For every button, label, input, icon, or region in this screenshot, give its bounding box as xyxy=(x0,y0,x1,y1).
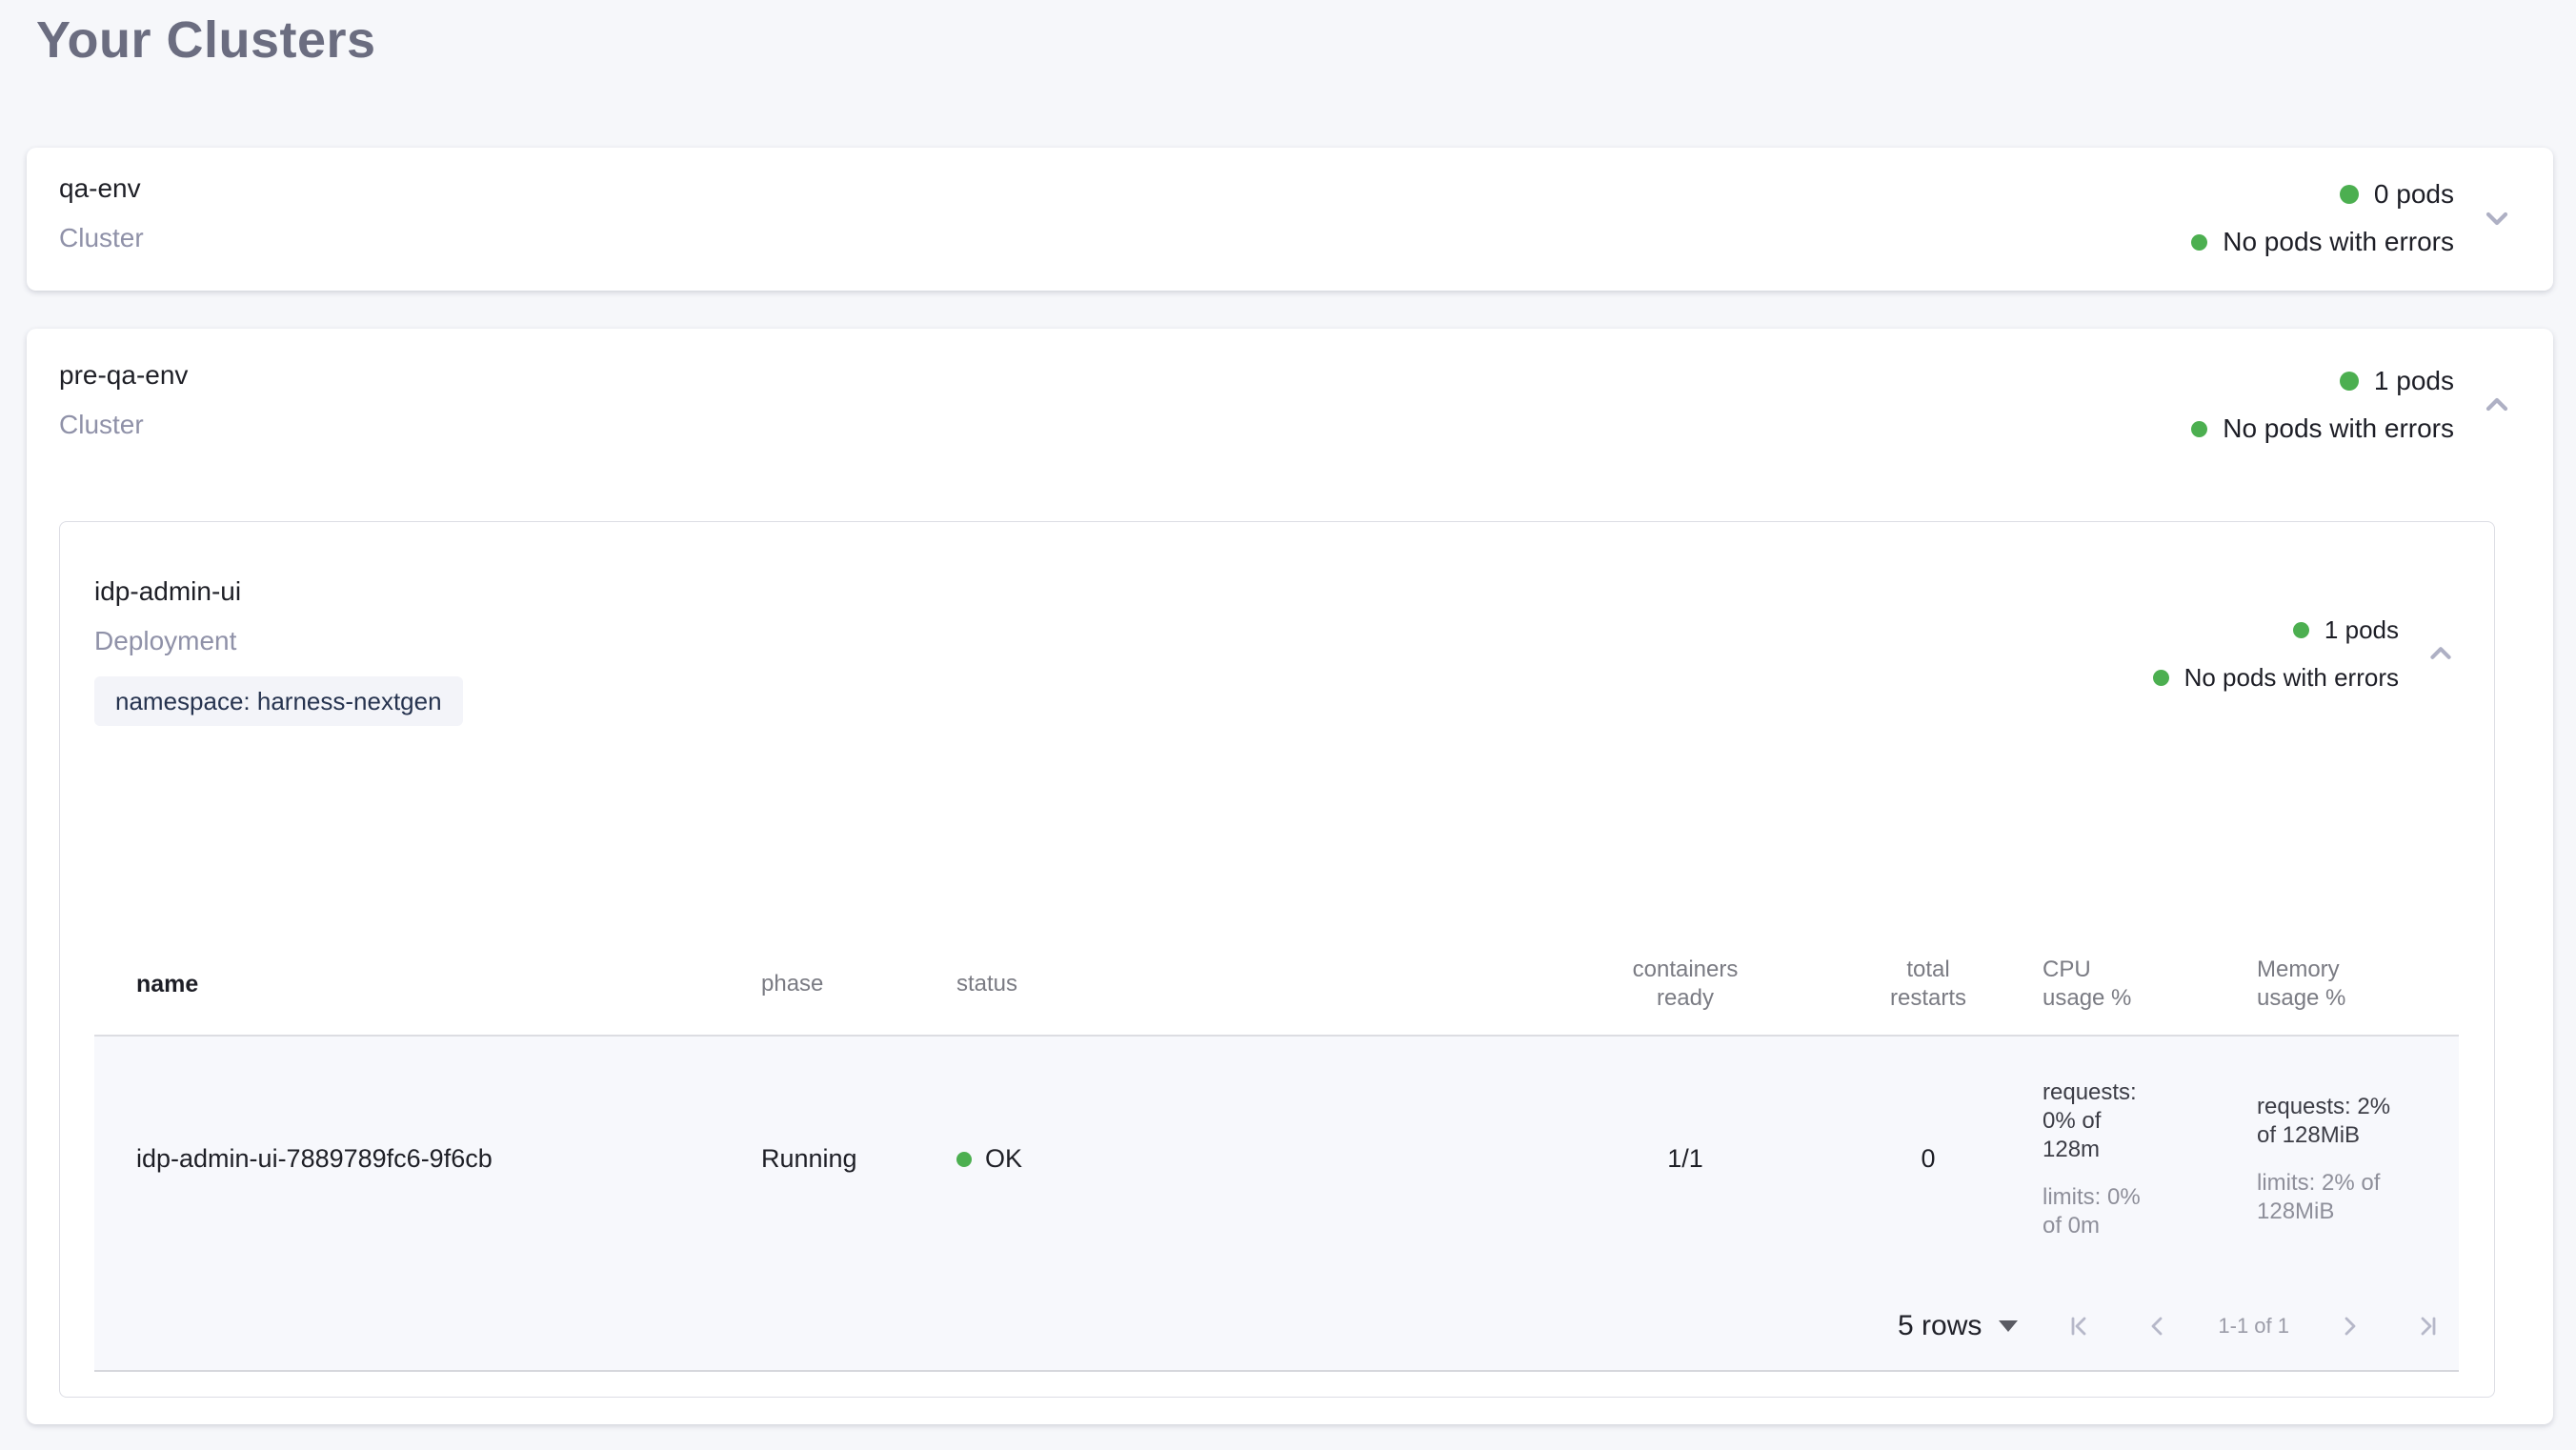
cluster-card-qa-env: qa-env Cluster 0 pods No pods with error… xyxy=(27,148,2553,291)
chevron-up-icon xyxy=(2420,663,2462,677)
pods-count-label: 0 pods xyxy=(2374,179,2454,210)
column-header-cpu-usage: CPU usage % xyxy=(2043,934,2257,1036)
table-pagination: 5 rows xyxy=(94,1281,2459,1372)
deployment-name: idp-admin-ui xyxy=(94,574,463,610)
pods-count-label: 1 pods xyxy=(2374,366,2454,396)
cluster-name: qa-env xyxy=(59,171,144,207)
deployment-card: idp-admin-ui Deployment namespace: harne… xyxy=(59,521,2495,1398)
column-header-name: name xyxy=(94,934,761,1036)
deployment-type-label: Deployment xyxy=(94,623,463,659)
cluster-type-label: Cluster xyxy=(59,407,188,443)
first-page-icon xyxy=(2062,1332,2096,1346)
collapse-deployment-button[interactable] xyxy=(2420,633,2462,675)
page-range-label: 1-1 of 1 xyxy=(2218,1314,2289,1339)
containers-ready-cell: 1/1 xyxy=(1557,1036,1814,1281)
pods-table: name phase status containers ready total… xyxy=(94,934,2459,1372)
column-header-phase: phase xyxy=(761,934,956,1036)
total-restarts-cell: 0 xyxy=(1814,1036,2043,1281)
previous-page-button[interactable] xyxy=(2140,1309,2174,1343)
table-row: idp-admin-ui-7889789fc6-9f6cb Running OK… xyxy=(94,1036,2459,1281)
cluster-card-pre-qa-env: pre-qa-env Cluster 1 pods No pods with e… xyxy=(27,329,2553,1424)
pods-count-label: 1 pods xyxy=(2324,615,2399,645)
last-page-button[interactable] xyxy=(2411,1309,2445,1343)
deployment-card-header[interactable]: idp-admin-ui Deployment namespace: harne… xyxy=(94,574,2462,726)
chevron-right-icon xyxy=(2333,1332,2367,1346)
errors-status-dot xyxy=(2191,234,2207,251)
pods-summary: 1 pods No pods with errors xyxy=(2191,357,2454,453)
cpu-usage-cell: requests: 0% of 128m limits: 0% of 0m xyxy=(2043,1036,2257,1281)
cluster-card-header[interactable]: qa-env Cluster 0 pods No pods with error… xyxy=(59,171,2519,266)
memory-requests-label: requests: 2% of 128MiB xyxy=(2257,1093,2400,1150)
pods-summary: 0 pods No pods with errors xyxy=(2191,171,2454,266)
pods-errors-label: No pods with errors xyxy=(2223,227,2454,257)
pod-phase-cell: Running xyxy=(761,1036,956,1281)
chevron-down-icon xyxy=(2475,229,2519,243)
memory-limits-label: limits: 2% of 128MiB xyxy=(2257,1169,2400,1226)
pods-errors-label: No pods with errors xyxy=(2223,413,2454,444)
cpu-requests-label: requests: 0% of 128m xyxy=(2043,1078,2163,1164)
column-header-total-restarts: total restarts xyxy=(1814,934,2043,1036)
collapse-cluster-button[interactable] xyxy=(2475,383,2519,427)
cluster-type-label: Cluster xyxy=(59,220,144,256)
namespace-badge: namespace: harness-nextgen xyxy=(94,676,463,726)
first-page-button[interactable] xyxy=(2062,1309,2096,1343)
table-header-row: name phase status containers ready total… xyxy=(94,934,2459,1036)
cluster-name: pre-qa-env xyxy=(59,357,188,393)
pods-status-dot xyxy=(2340,372,2359,391)
pods-status-dot xyxy=(2293,622,2309,638)
ok-status-dot xyxy=(956,1152,972,1167)
next-page-button[interactable] xyxy=(2333,1309,2367,1343)
page-title: Your Clusters xyxy=(36,10,2576,70)
rows-per-page-label: 5 rows xyxy=(1898,1310,1982,1342)
memory-usage-cell: requests: 2% of 128MiB limits: 2% of 128… xyxy=(2257,1036,2459,1281)
clusters-page: Your Clusters qa-env Cluster 0 pods No p… xyxy=(0,0,2576,1450)
rows-per-page-select[interactable]: 5 rows xyxy=(1898,1310,2018,1342)
chevron-up-icon xyxy=(2475,415,2519,430)
column-header-containers-ready: containers ready xyxy=(1557,934,1814,1036)
column-header-memory-usage: Memory usage % xyxy=(2257,934,2459,1036)
chevron-left-icon xyxy=(2140,1332,2174,1346)
cluster-titles: qa-env Cluster xyxy=(59,171,144,256)
pods-status-dot xyxy=(2340,185,2359,204)
cpu-limits-label: limits: 0% of 0m xyxy=(2043,1183,2163,1240)
errors-status-dot xyxy=(2153,670,2169,686)
column-header-status: status xyxy=(956,934,1557,1036)
pod-status-cell: OK xyxy=(956,1036,1557,1281)
pod-name-cell: idp-admin-ui-7889789fc6-9f6cb xyxy=(94,1036,761,1281)
deployment-titles: idp-admin-ui Deployment namespace: harne… xyxy=(94,574,463,726)
pods-summary: 1 pods No pods with errors xyxy=(2153,606,2399,701)
expand-cluster-button[interactable] xyxy=(2475,196,2519,240)
errors-status-dot xyxy=(2191,421,2207,437)
caret-down-icon xyxy=(1999,1320,2018,1332)
pod-status-label: OK xyxy=(985,1144,1022,1174)
cluster-card-header[interactable]: pre-qa-env Cluster 1 pods No pods with e… xyxy=(59,357,2519,453)
pods-errors-label: No pods with errors xyxy=(2184,663,2399,693)
last-page-icon xyxy=(2411,1332,2445,1346)
cluster-titles: pre-qa-env Cluster xyxy=(59,357,188,443)
